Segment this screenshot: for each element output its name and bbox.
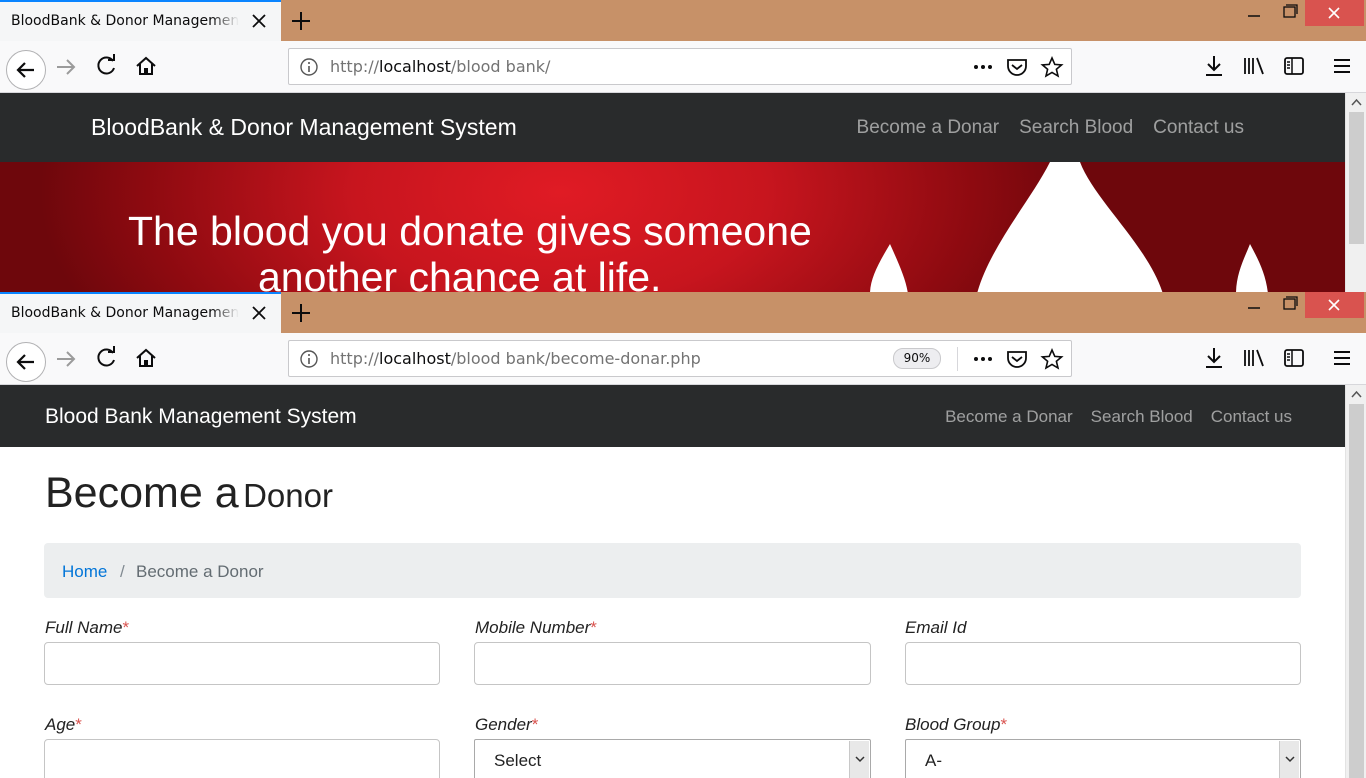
blood-drop-icon <box>977 162 1163 292</box>
url-text[interactable]: http://localhost/blood bank/become-donar… <box>330 349 701 368</box>
nav-become-donar[interactable]: Become a Donar <box>945 407 1073 427</box>
age-input[interactable] <box>44 739 440 778</box>
reload-icon[interactable] <box>89 49 123 83</box>
menu-icon[interactable] <box>1325 341 1359 375</box>
blood-drop-icon <box>870 244 908 292</box>
menu-icon[interactable] <box>1325 49 1359 83</box>
vertical-scrollbar[interactable] <box>1345 93 1366 292</box>
more-icon[interactable] <box>971 56 995 78</box>
blood-group-label: Blood Group* <box>905 715 1008 734</box>
scrollbar-thumb[interactable] <box>1349 112 1364 244</box>
full-name-input[interactable] <box>44 642 440 685</box>
star-icon[interactable] <box>1040 56 1064 78</box>
url-divider <box>957 347 958 371</box>
tab-strip: BloodBank & Donor Management System <box>0 0 1366 41</box>
pocket-icon[interactable] <box>1005 348 1029 370</box>
library-icon[interactable] <box>1237 341 1271 375</box>
url-bar[interactable]: http://localhost/blood bank/ <box>288 48 1072 85</box>
pocket-icon[interactable] <box>1005 56 1029 78</box>
info-icon[interactable] <box>299 349 319 369</box>
plus-icon[interactable] <box>286 6 316 36</box>
nav-contact-us[interactable]: Contact us <box>1211 407 1292 427</box>
zoom-indicator[interactable]: 90% <box>893 348 941 369</box>
site-brand[interactable]: BloodBank & Donor Management System <box>91 114 517 141</box>
forward-arrow-icon[interactable] <box>50 50 84 84</box>
tab-title: BloodBank & Donor Management System <box>11 305 239 321</box>
sidebar-icon[interactable] <box>1277 341 1311 375</box>
info-icon[interactable] <box>299 57 319 77</box>
chevron-up-icon[interactable] <box>1351 98 1362 106</box>
back-button[interactable] <box>6 50 46 90</box>
chevron-down-icon <box>1285 756 1295 763</box>
window-close-icon[interactable] <box>1305 292 1364 318</box>
browser-toolbar: http://localhost/blood bank/ <box>0 41 1366 93</box>
scrollbar-thumb[interactable] <box>1349 404 1364 778</box>
reload-icon[interactable] <box>89 341 123 375</box>
plus-icon[interactable] <box>286 298 316 328</box>
home-icon[interactable] <box>129 49 163 83</box>
tab-title: BloodBank & Donor Management System <box>11 13 239 29</box>
blood-group-select[interactable]: A- <box>905 739 1301 778</box>
chevron-down-icon <box>855 756 865 763</box>
blood-group-select-value: A- <box>925 751 942 770</box>
hero-heading-line-2: another chance at life. <box>258 254 662 292</box>
nav-contact-us[interactable]: Contact us <box>1153 117 1244 139</box>
email-id-label: Email Id <box>905 618 967 637</box>
close-icon[interactable] <box>249 11 269 31</box>
blood-group-select-arrow[interactable] <box>1279 741 1299 778</box>
gender-select-arrow[interactable] <box>849 741 869 778</box>
download-icon[interactable] <box>1197 49 1231 83</box>
hero-banner: The blood you donate gives someone anoth… <box>0 162 1345 292</box>
back-button[interactable] <box>6 342 46 382</box>
gender-label: Gender* <box>475 715 539 734</box>
vertical-scrollbar[interactable] <box>1345 385 1366 778</box>
browser-toolbar: http://localhost/blood bank/become-donar… <box>0 333 1366 385</box>
back-arrow-icon <box>16 62 34 78</box>
library-icon[interactable] <box>1237 49 1271 83</box>
gender-select[interactable]: Select <box>474 739 871 778</box>
page-title: Become a Donor <box>45 469 333 517</box>
age-label: Age* <box>45 715 82 734</box>
hero-heading-line-1: The blood you donate gives someone <box>128 208 812 254</box>
breadcrumb: Home / Become a Donor <box>44 543 1301 598</box>
site-navbar: Blood Bank Management System Become a Do… <box>0 385 1345 447</box>
chevron-up-icon[interactable] <box>1351 390 1362 398</box>
page-content: BloodBank & Donor Management System Beco… <box>0 93 1345 292</box>
nav-search-blood[interactable]: Search Blood <box>1091 407 1193 427</box>
full-name-label: Full Name* <box>45 618 130 637</box>
site-navbar: BloodBank & Donor Management System Beco… <box>0 93 1345 162</box>
url-text[interactable]: http://localhost/blood bank/ <box>330 57 550 76</box>
close-icon[interactable] <box>249 303 269 323</box>
gender-select-value: Select <box>494 751 542 770</box>
star-icon[interactable] <box>1040 348 1064 370</box>
sidebar-icon[interactable] <box>1277 49 1311 83</box>
forward-arrow-icon[interactable] <box>50 342 84 376</box>
site-brand[interactable]: Blood Bank Management System <box>45 405 357 429</box>
nav-search-blood[interactable]: Search Blood <box>1019 117 1133 139</box>
email-id-input[interactable] <box>905 642 1301 685</box>
breadcrumb-current: Become a Donor <box>136 562 264 581</box>
more-icon[interactable] <box>971 348 995 370</box>
browser-tab[interactable]: BloodBank & Donor Management System <box>0 0 281 41</box>
home-icon[interactable] <box>129 341 163 375</box>
browser-window-home: BloodBank & Donor Management System http… <box>0 0 1366 292</box>
nav-become-donar[interactable]: Become a Donar <box>857 117 1000 139</box>
download-icon[interactable] <box>1197 341 1231 375</box>
browser-tab[interactable]: BloodBank & Donor Management System <box>0 292 281 333</box>
mobile-number-input[interactable] <box>474 642 871 685</box>
page-content: Blood Bank Management System Become a Do… <box>0 385 1345 778</box>
tab-strip: BloodBank & Donor Management System <box>0 292 1366 333</box>
breadcrumb-separator: / <box>120 562 125 581</box>
url-bar[interactable]: http://localhost/blood bank/become-donar… <box>288 340 1072 377</box>
blood-drop-icon <box>1236 244 1268 292</box>
back-arrow-icon <box>16 354 34 370</box>
window-close-icon[interactable] <box>1305 0 1364 26</box>
browser-window-become-donor: BloodBank & Donor Management System http… <box>0 292 1366 778</box>
breadcrumb-home-link[interactable]: Home <box>62 562 107 582</box>
mobile-number-label: Mobile Number* <box>475 618 597 637</box>
